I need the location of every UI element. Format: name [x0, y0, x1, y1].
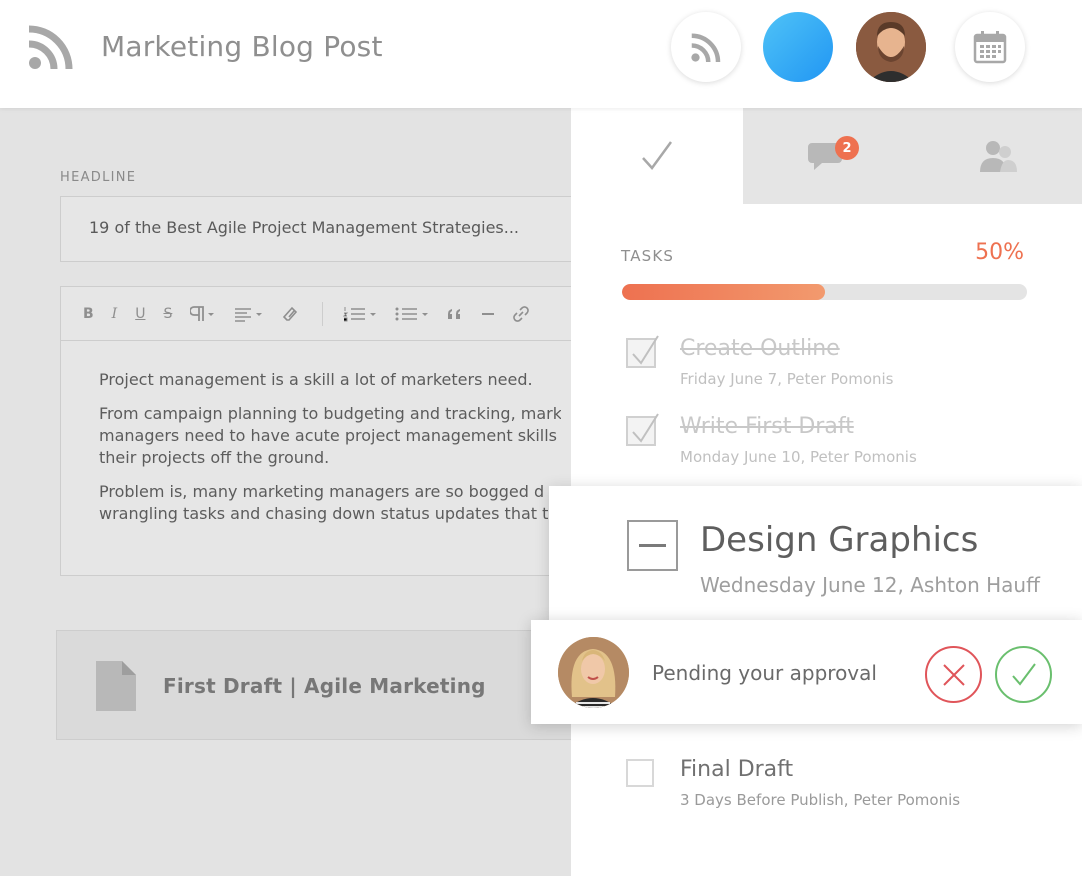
close-icon — [942, 663, 965, 686]
attachment-card[interactable]: First Draft | Agile Marketing — [56, 630, 576, 740]
active-task-card[interactable]: Design Graphics Wednesday June 12, Ashto… — [549, 486, 1082, 622]
tasks-label: TASKS — [621, 247, 675, 265]
checkmark-icon — [642, 141, 673, 170]
tasks-progress-bar — [622, 284, 1027, 300]
tasks-progress-percent: 50% — [975, 240, 1024, 265]
rss-button[interactable] — [671, 12, 741, 82]
woman-avatar-icon — [558, 637, 629, 708]
tab-comments[interactable]: 2 — [743, 108, 913, 204]
attachment-name: First Draft | Agile Marketing — [163, 674, 486, 698]
status-circle[interactable] — [763, 12, 833, 82]
checkmark-icon — [632, 335, 659, 365]
tab-people[interactable] — [913, 108, 1082, 204]
toolbar-divider — [322, 301, 324, 326]
paragraph-format-dropdown[interactable] — [190, 302, 216, 326]
file-icon — [96, 661, 136, 711]
underline-button[interactable]: U — [135, 302, 145, 326]
bullet-list-dropdown[interactable] — [395, 302, 429, 326]
link-icon — [513, 305, 530, 322]
paragraph: wrangling tasks and chasing down status … — [99, 504, 549, 523]
strikethrough-button[interactable]: S — [163, 302, 172, 326]
bullet-list-icon — [395, 307, 429, 320]
task-checkbox-indeterminate[interactable] — [627, 520, 678, 571]
task-meta: Wednesday June 12, Ashton Hauff — [700, 573, 1040, 597]
ordered-list-dropdown[interactable] — [343, 302, 377, 326]
quote-icon — [448, 308, 461, 319]
editor-toolbar: B I U S — [61, 287, 599, 341]
bold-button[interactable]: B — [83, 302, 94, 326]
calendar-icon — [973, 31, 1007, 64]
horizontal-rule-button[interactable] — [481, 302, 495, 326]
eraser-icon — [283, 306, 298, 321]
checkmark-icon — [632, 413, 659, 443]
task-checkbox-checked[interactable] — [626, 413, 659, 446]
align-dropdown[interactable] — [234, 302, 264, 326]
paragraph: From campaign planning to budgeting and … — [99, 404, 561, 423]
paragraph: managers need to have acute project mana… — [99, 426, 561, 445]
italic-button[interactable]: I — [112, 302, 118, 326]
reject-button[interactable] — [925, 646, 982, 703]
task-name: Design Graphics — [700, 520, 979, 560]
headline-input[interactable]: 19 of the Best Agile Project Management … — [60, 196, 600, 262]
calendar-button[interactable] — [955, 12, 1025, 82]
minus-icon — [482, 312, 495, 315]
paragraph: Problem is, many marketing managers are … — [99, 482, 545, 501]
task-meta: 3 Days Before Publish, Peter Pomonis — [680, 791, 961, 809]
headline-label: HEADLINE — [60, 170, 137, 185]
task-checkbox-checked[interactable] — [626, 335, 659, 368]
approval-card: Pending your approval — [531, 620, 1082, 724]
task-meta: Monday June 10, Peter Pomonis — [680, 448, 917, 466]
rss-button-icon — [691, 33, 721, 63]
task-name: Final Draft — [680, 757, 794, 782]
task-checkbox[interactable] — [626, 759, 654, 787]
ordered-list-icon — [343, 306, 377, 321]
user-avatar[interactable] — [856, 12, 926, 82]
clear-format-button[interactable] — [282, 302, 298, 326]
task-name: Create Outline — [680, 336, 840, 361]
panel-tabs: 2 — [571, 108, 1082, 204]
rss-icon — [28, 25, 73, 70]
comments-badge: 2 — [835, 136, 859, 160]
align-left-icon — [235, 307, 263, 322]
page-title: Marketing Blog Post — [101, 30, 383, 63]
approval-status-text: Pending your approval — [652, 661, 877, 685]
blockquote-button[interactable] — [447, 302, 463, 326]
checkmark-icon — [1011, 662, 1036, 686]
man-avatar-icon — [856, 12, 926, 82]
minus-icon — [639, 544, 666, 547]
link-button[interactable] — [513, 302, 530, 326]
top-bar: Marketing Blog Post — [0, 0, 1082, 108]
people-icon — [979, 141, 1017, 172]
progress-fill — [622, 284, 825, 300]
paragraph: their projects off the ground. — [99, 448, 330, 467]
rich-text-editor: B I U S Project management is a skill a … — [60, 286, 600, 576]
task-name: Write First Draft — [680, 414, 854, 439]
paragraph: Project management is a skill a lot of m… — [99, 370, 533, 389]
editor-content[interactable]: Project management is a skill a lot of m… — [61, 341, 599, 565]
approver-avatar — [558, 637, 629, 708]
task-meta: Friday June 7, Peter Pomonis — [680, 370, 894, 388]
tab-tasks[interactable] — [571, 108, 743, 204]
approve-button[interactable] — [995, 646, 1052, 703]
pilcrow-icon — [190, 305, 215, 321]
